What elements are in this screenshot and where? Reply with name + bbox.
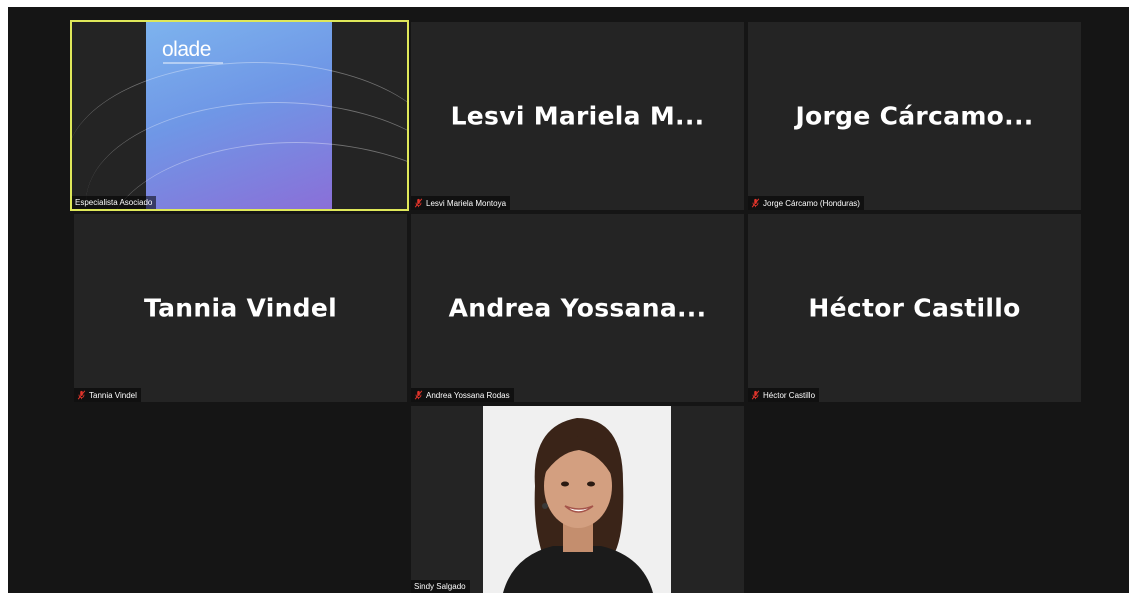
participant-tile-sindy[interactable]: Sindy Salgado — [411, 406, 744, 593]
muted-mic-icon — [414, 390, 423, 400]
participant-tile-especialista[interactable]: olade Especialista Asociado — [70, 20, 409, 211]
participant-name-label: Héctor Castillo — [748, 388, 820, 402]
participant-video — [483, 406, 671, 593]
muted-mic-icon — [77, 390, 86, 400]
participant-display-name: Andrea Yossana... — [448, 293, 707, 323]
participant-display-name: Lesvi Mariela M... — [450, 101, 705, 131]
participant-tile-andrea[interactable]: Andrea Yossana... Andrea Yossana Rodas — [411, 214, 744, 402]
participant-tile-jorge[interactable]: Jorge Cárcamo... Jorge Cárcamo (Honduras… — [748, 22, 1081, 210]
participant-name-label: Especialista Asociado — [72, 196, 157, 209]
participant-display-name: Héctor Castillo — [808, 293, 1021, 323]
muted-mic-icon — [751, 198, 760, 208]
participant-name-label: Lesvi Mariela Montoya — [411, 196, 511, 210]
meeting-gallery: olade Especialista Asociado Lesvi Mariel… — [8, 7, 1129, 593]
logo-tagline-bar — [163, 62, 223, 64]
participant-name-label: Jorge Cárcamo (Honduras) — [748, 196, 864, 210]
muted-mic-icon — [751, 390, 760, 400]
participant-name-label: Sindy Salgado — [411, 580, 470, 593]
participant-portrait — [483, 406, 671, 593]
participant-tile-tannia[interactable]: Tannia Vindel Tannia Vindel — [74, 214, 407, 402]
muted-mic-icon — [414, 198, 423, 208]
participant-tile-hector[interactable]: Héctor Castillo Héctor Castillo — [748, 214, 1081, 402]
participant-name-label: Tannia Vindel — [74, 388, 141, 402]
participant-tile-lesvi[interactable]: Lesvi Mariela M... Lesvi Mariela Montoya — [411, 22, 744, 210]
olade-logo: olade — [162, 38, 211, 61]
participant-display-name: Tannia Vindel — [143, 293, 338, 323]
shared-slide: olade — [72, 22, 407, 209]
participant-name-label: Andrea Yossana Rodas — [411, 388, 514, 402]
participant-display-name: Jorge Cárcamo... — [795, 101, 1034, 131]
